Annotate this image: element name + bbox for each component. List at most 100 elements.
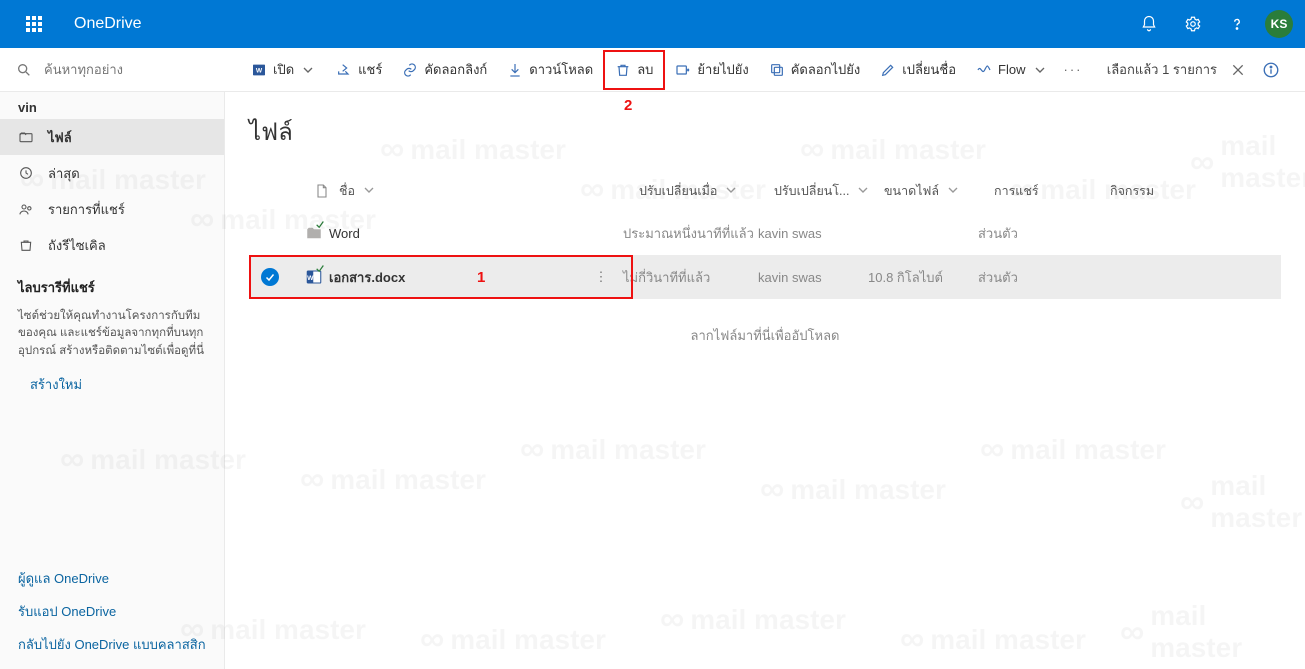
col-header-activity[interactable]: กิจกรรม bbox=[1110, 181, 1210, 201]
chevron-down-icon bbox=[723, 182, 739, 198]
details-pane-button[interactable] bbox=[1259, 58, 1283, 82]
copy-icon bbox=[769, 62, 785, 78]
rename-button[interactable]: เปลี่ยนชื่อ bbox=[870, 48, 966, 92]
search-input[interactable] bbox=[44, 62, 204, 77]
pencil-icon bbox=[880, 62, 896, 78]
header-bar: OneDrive KS bbox=[0, 0, 1305, 48]
chevron-down-icon bbox=[945, 182, 961, 198]
row-name: Word bbox=[329, 226, 360, 241]
open-label: เปิด bbox=[273, 59, 294, 80]
sidebar-item-label: ถังรีไซเคิล bbox=[48, 235, 106, 256]
flow-label: Flow bbox=[998, 62, 1025, 77]
copyto-button[interactable]: คัดลอกไปยัง bbox=[759, 48, 871, 92]
download-button[interactable]: ดาวน์โหลด bbox=[497, 48, 603, 92]
flow-icon bbox=[976, 62, 992, 78]
content: ไฟล์ ชื่อ ปรับเปลี่ยนเมื่อ ปรับเปลี่ยนโ.… bbox=[225, 92, 1305, 669]
sidebar-item-files[interactable]: ไฟล์ bbox=[0, 119, 224, 155]
sub-header: W เปิด แชร์ คัดลอกลิงก์ ดาวน์โหลด ลบ ย้า… bbox=[0, 48, 1305, 92]
row-checkbox[interactable] bbox=[261, 268, 279, 286]
row-checkbox[interactable] bbox=[261, 224, 279, 242]
chevron-down-icon bbox=[300, 62, 316, 78]
flow-button[interactable]: Flow bbox=[966, 48, 1057, 92]
download-label: ดาวน์โหลด bbox=[529, 59, 593, 80]
brand-title: OneDrive bbox=[74, 15, 142, 33]
sidebar-item-label: ไฟล์ bbox=[48, 127, 72, 148]
clear-selection-button[interactable] bbox=[1229, 61, 1247, 79]
open-button[interactable]: W เปิด bbox=[241, 48, 326, 92]
notifications-icon[interactable] bbox=[1127, 0, 1171, 48]
download-icon bbox=[507, 62, 523, 78]
app-launcher[interactable] bbox=[12, 0, 56, 48]
table-row[interactable]: Word ประมาณหนึ่งนาทีที่แล้ว kavin swas ส… bbox=[249, 211, 1281, 255]
word-icon: W bbox=[251, 62, 267, 78]
sidebar-item-recent[interactable]: ล่าสุด bbox=[0, 155, 224, 191]
info-icon bbox=[1262, 61, 1280, 79]
delete-button[interactable]: ลบ bbox=[603, 50, 665, 90]
dropzone-hint: ลากไฟล์มาที่นี่เพื่ออัปโหลด bbox=[249, 325, 1281, 346]
trash-icon bbox=[615, 62, 631, 78]
sidebar-item-label: รายการที่แชร์ bbox=[48, 199, 125, 220]
search-box[interactable] bbox=[0, 48, 225, 91]
recycle-icon bbox=[18, 237, 34, 253]
row-name: เอกสาร.docx bbox=[329, 267, 405, 288]
clock-icon bbox=[18, 165, 34, 181]
sidebar-create-link[interactable]: สร้างใหม่ bbox=[0, 364, 224, 405]
col-header-shared[interactable]: การแชร์ bbox=[994, 181, 1110, 201]
row-more-button[interactable]: ⋮ bbox=[589, 269, 613, 285]
col-header-name[interactable]: ชื่อ bbox=[339, 181, 639, 201]
col-header-modified[interactable]: ปรับเปลี่ยนเมื่อ bbox=[639, 181, 774, 201]
row-modifiedby: kavin swas bbox=[758, 226, 868, 241]
copylink-button[interactable]: คัดลอกลิงก์ bbox=[392, 48, 497, 92]
delete-label: ลบ bbox=[637, 59, 653, 80]
sidebar: vin ไฟล์ ล่าสุด รายการที่แชร์ ถังรีไซเคิ… bbox=[0, 92, 225, 669]
main: vin ไฟล์ ล่าสุด รายการที่แชร์ ถังรีไซเคิ… bbox=[0, 92, 1305, 669]
sidebar-foot-classic[interactable]: กลับไปยัง OneDrive แบบคลาสสิก bbox=[0, 628, 224, 669]
selection-count: เลือกแล้ว 1 รายการ bbox=[1107, 59, 1217, 80]
row-modifiedby: kavin swas bbox=[758, 270, 868, 285]
move-label: ย้ายไปยัง bbox=[697, 59, 748, 80]
table-row[interactable]: W เอกสาร.docx 1 ⋮ ไม่กี่วินาทีที่แล้ว ka… bbox=[249, 255, 1281, 299]
file-icon bbox=[314, 183, 330, 199]
row-shared: ส่วนตัว bbox=[978, 223, 1094, 244]
row-modified: ไม่กี่วินาทีที่แล้ว bbox=[623, 267, 758, 288]
search-icon bbox=[16, 62, 32, 78]
toolbar: W เปิด แชร์ คัดลอกลิงก์ ดาวน์โหลด ลบ ย้า… bbox=[225, 48, 1305, 91]
sidebar-foot-admin[interactable]: ผู้ดูแล OneDrive bbox=[0, 562, 224, 595]
sidebar-foot-getapp[interactable]: รับแอป OneDrive bbox=[0, 595, 224, 628]
col-header-size[interactable]: ขนาดไฟล์ bbox=[884, 181, 994, 201]
row-size: 10.8 กิโลไบต์ bbox=[868, 267, 978, 288]
chevron-down-icon bbox=[1032, 62, 1048, 78]
avatar[interactable]: KS bbox=[1265, 10, 1293, 38]
folder-icon bbox=[18, 129, 34, 145]
sidebar-item-shared[interactable]: รายการที่แชร์ bbox=[0, 191, 224, 227]
sidebar-owner: vin bbox=[0, 92, 224, 119]
sidebar-section-title: ไลบรารีที่แชร์ bbox=[0, 263, 224, 304]
help-icon[interactable] bbox=[1215, 0, 1259, 48]
close-icon bbox=[1230, 62, 1246, 78]
chevron-down-icon bbox=[855, 182, 871, 198]
share-label: แชร์ bbox=[358, 59, 382, 80]
share-icon bbox=[336, 62, 352, 78]
table-header: ชื่อ ปรับเปลี่ยนเมื่อ ปรับเปลี่ยนโ... ขน… bbox=[249, 171, 1281, 211]
new-indicator-icon bbox=[315, 263, 325, 273]
move-button[interactable]: ย้ายไปยัง bbox=[665, 48, 758, 92]
sidebar-item-label: ล่าสุด bbox=[48, 163, 80, 184]
new-indicator-icon bbox=[315, 219, 325, 229]
people-icon bbox=[18, 201, 34, 217]
chevron-down-icon bbox=[361, 182, 377, 198]
settings-icon[interactable] bbox=[1171, 0, 1215, 48]
sidebar-section-desc: ไซต์ช่วยให้คุณทำงานโครงการกับทีมของคุณ แ… bbox=[0, 304, 224, 364]
share-button[interactable]: แชร์ bbox=[326, 48, 392, 92]
copyto-label: คัดลอกไปยัง bbox=[791, 59, 861, 80]
col-header-modifiedby[interactable]: ปรับเปลี่ยนโ... bbox=[774, 181, 884, 201]
page-title: ไฟล์ bbox=[249, 112, 1281, 151]
check-icon bbox=[264, 271, 276, 283]
row-shared: ส่วนตัว bbox=[978, 267, 1094, 288]
row-modified: ประมาณหนึ่งนาทีที่แล้ว bbox=[623, 223, 758, 244]
svg-text:W: W bbox=[256, 67, 263, 74]
copylink-label: คัดลอกลิงก์ bbox=[424, 59, 487, 80]
svg-text:W: W bbox=[307, 275, 314, 282]
more-button[interactable]: ··· bbox=[1058, 62, 1089, 77]
rename-label: เปลี่ยนชื่อ bbox=[902, 59, 956, 80]
sidebar-item-recycle[interactable]: ถังรีไซเคิล bbox=[0, 227, 224, 263]
